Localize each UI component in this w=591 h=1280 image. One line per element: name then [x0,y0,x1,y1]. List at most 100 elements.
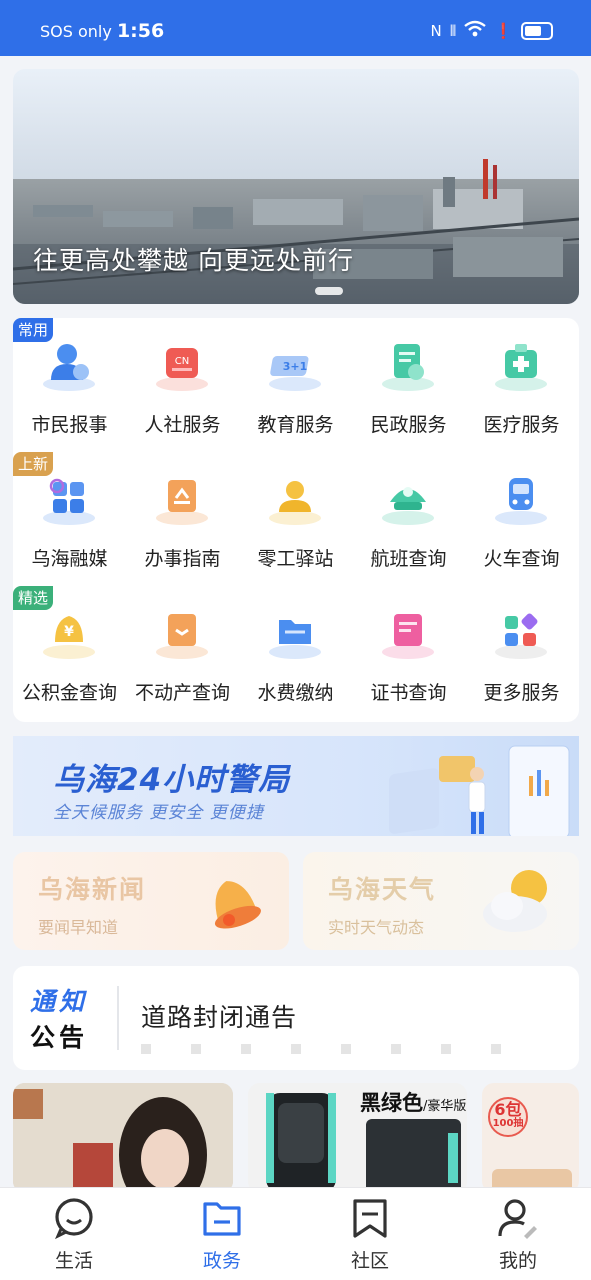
ad-card-1[interactable] [13,1083,233,1193]
notice-next-line-partial [141,1044,541,1054]
status-left: SOS only 1:56 [40,20,164,42]
ad-2-caption-main: 黑绿色 [360,1091,423,1115]
guide-icon [156,480,208,525]
tab-label: 生活 [54,1250,93,1272]
services-row-common: 常用 市民报事 CN 人社服务 3+1 教育服务 民政服务 医疗服务 [13,318,579,452]
gig-station-icon [269,481,321,525]
police-24h-banner[interactable]: 乌海24小时警局 全天候服务 更安全 更便捷 [13,736,579,836]
service-label: 证书查询 [370,682,447,704]
services-row-new: 上新 乌海融媒 办事指南 零工驿站 航班查询 火车查询 [13,452,579,586]
tab-life[interactable]: 生活 [0,1188,148,1280]
social-service-icon: CN [156,348,208,391]
water-bill-icon [269,620,321,659]
chat-face-icon [55,1198,93,1240]
svg-text:CN: CN [175,356,189,367]
certificate-icon [382,614,434,659]
news-card-subtitle: 要闻早知道 [38,918,119,937]
tab-government[interactable]: 政务 [148,1188,296,1280]
train-icon [495,478,547,525]
weather-card-subtitle: 实时天气动态 [328,918,425,937]
police-banner-title: 乌海24小时警局 [53,762,291,798]
service-education[interactable]: 3+1 教育服务 [239,318,352,452]
ad-3-badge-sub: 100抽 [492,1118,524,1129]
flight-icon [382,487,434,525]
education-icon: 3+1 [269,356,321,391]
more-services-icon [495,613,547,659]
service-medical[interactable]: 医疗服务 [465,318,578,452]
tab-community[interactable]: 社区 [296,1188,444,1280]
civil-affairs-icon [382,344,434,391]
service-citizen-report[interactable]: 市民报事 [13,318,126,452]
service-label: 零工驿站 [257,548,334,570]
tab-label: 我的 [498,1250,537,1272]
news-card[interactable]: 乌海新闻 要闻早知道 [13,852,289,950]
service-label: 办事指南 [144,548,221,570]
ad-3-badge-main: 6包 [494,1100,522,1119]
service-certificate[interactable]: 证书查询 [352,586,465,720]
notice-logo-top: 通知 [30,987,89,1016]
nfc-icon: N [430,22,442,40]
news-card-title: 乌海新闻 [38,875,147,904]
service-gig[interactable]: 零工驿站 [239,452,352,586]
service-flight[interactable]: 航班查询 [352,452,465,586]
user-edit-icon [498,1199,537,1239]
service-train[interactable]: 火车查询 [465,452,578,586]
service-social[interactable]: CN 人社服务 [126,318,239,452]
ad-2-caption-small: /豪华版 [423,1099,467,1114]
battery-icon [521,22,553,40]
ad-person-image [13,1083,233,1193]
service-water-bill[interactable]: 水费缴纳 [239,586,352,720]
service-real-estate[interactable]: 不动产查询 [126,586,239,720]
service-label: 民政服务 [370,414,447,436]
service-label: 水费缴纳 [257,682,334,704]
notice-board[interactable]: 通知 公告 道路封闭通告 [13,966,579,1070]
bookmark-icon [353,1199,387,1238]
status-bar: SOS only 1:56 N ⦀ ❗ [0,0,591,56]
bell-icon [214,881,261,929]
police-illustration-image [389,745,570,836]
weather-card-title: 乌海天气 [328,875,437,904]
ad-card-2[interactable]: 黑绿色/豪华版 [248,1083,467,1193]
service-housing-fund[interactable]: ¥ 公积金查询 [13,586,126,720]
vibrate-icon: ⦀ [449,22,457,40]
service-label: 教育服务 [257,414,334,436]
service-label: 公积金查询 [21,682,117,704]
bottom-tab-bar: 生活 政务 社区 我的 [0,1187,591,1280]
folder-icon [203,1202,241,1236]
media-icon [43,478,95,525]
tab-mine[interactable]: 我的 [444,1188,591,1280]
banner-pagination-indicator [315,287,343,295]
service-media[interactable]: 乌海融媒 [13,452,126,586]
service-label: 火车查询 [483,548,560,570]
hero-banner[interactable]: 往更高处攀越 向更远处前行 [13,69,579,304]
medical-icon [495,344,547,391]
service-civil[interactable]: 民政服务 [352,318,465,452]
weather-card[interactable]: 乌海天气 实时天气动态 [303,852,579,950]
service-label: 更多服务 [483,682,560,704]
wifi-icon [464,20,487,42]
tab-label: 政务 [202,1250,241,1272]
clock: 1:56 [116,20,165,42]
svg-text:3+1: 3+1 [283,360,308,373]
police-banner-subtitle: 全天候服务 更安全 更便捷 [53,803,264,823]
service-guide[interactable]: 办事指南 [126,452,239,586]
citizen-report-icon [43,344,95,391]
carrier-text: SOS only [40,22,112,41]
ad-card-3[interactable]: 6包 100抽 [482,1083,579,1193]
status-icons: N ⦀ ❗ [430,20,553,42]
tab-label: 社区 [350,1250,389,1272]
notice-divider [117,986,119,1050]
svg-text:¥: ¥ [64,624,74,640]
service-more[interactable]: 更多服务 [465,586,578,720]
notice-headline: 道路封闭通告 [141,1003,298,1032]
service-label: 市民报事 [31,414,108,436]
housing-fund-icon: ¥ [43,616,95,659]
services-grid: 常用 市民报事 CN 人社服务 3+1 教育服务 民政服务 医疗服务 上新 乌海… [13,318,579,722]
banner-caption: 往更高处攀越 向更远处前行 [33,246,354,275]
real-estate-icon [156,614,208,659]
ad-2-caption: 黑绿色/豪华版 [360,1087,466,1117]
sun-cloud-icon [483,870,547,932]
alert-icon: ❗ [494,22,513,40]
service-label: 乌海融媒 [31,548,108,570]
service-label: 不动产查询 [134,682,230,704]
